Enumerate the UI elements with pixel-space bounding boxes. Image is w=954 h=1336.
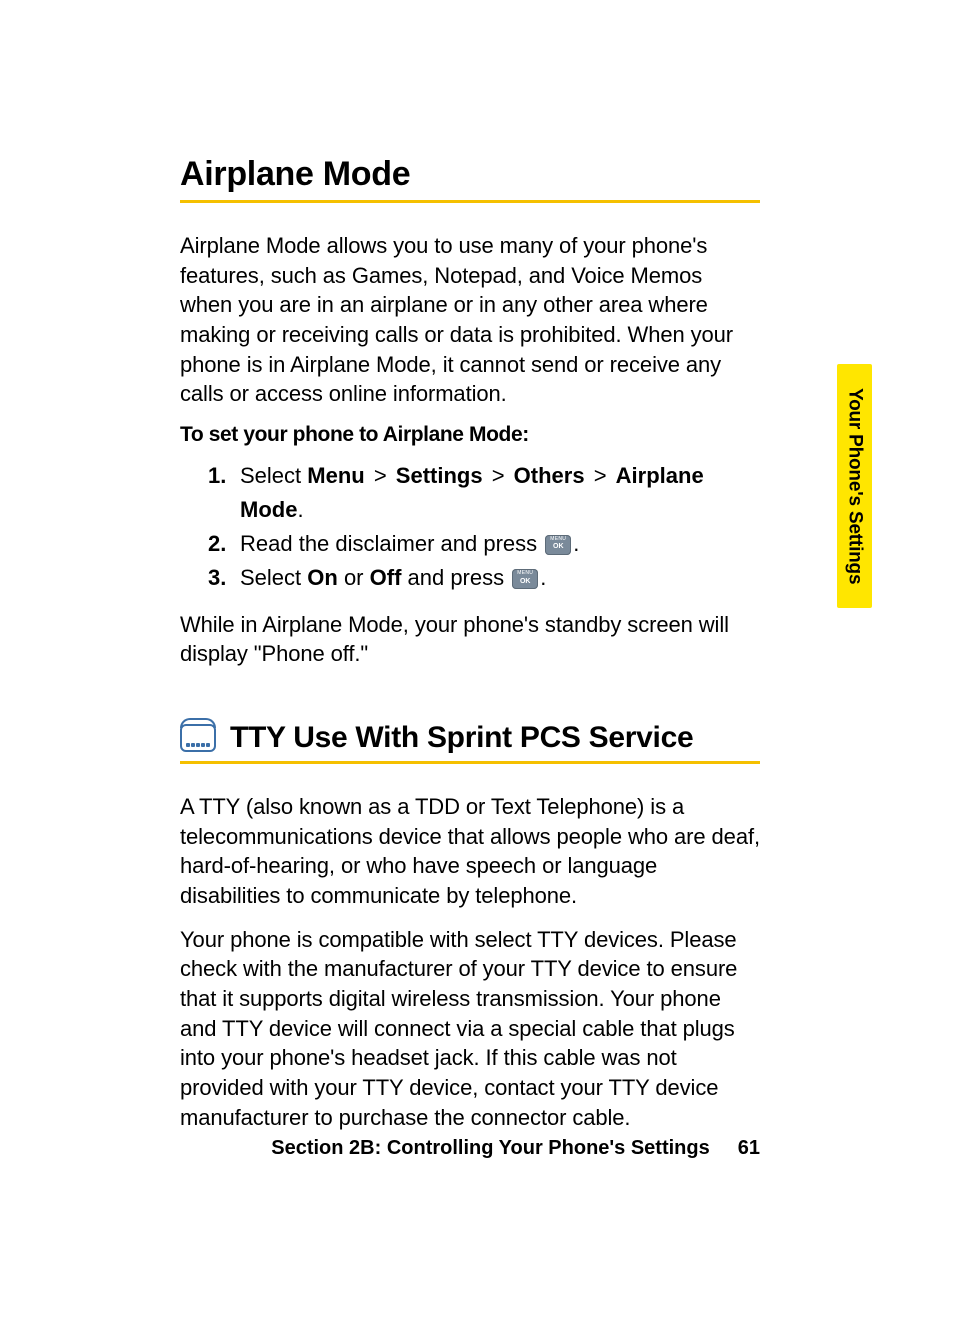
step-3-on: On <box>307 565 338 590</box>
step-1-sep2: > <box>483 463 514 488</box>
step-3-after: and press <box>401 565 510 590</box>
step-1-menu: Menu <box>307 463 364 488</box>
heading-airplane-mode: Airplane Mode <box>180 155 760 194</box>
step-1-sep1: > <box>365 463 396 488</box>
step-2: 2. Read the disclaimer and press . <box>208 527 760 561</box>
menu-ok-key-icon <box>512 569 538 589</box>
step-3-or: or <box>338 565 370 590</box>
step-2-number: 2. <box>208 527 226 561</box>
page-footer: Section 2B: Controlling Your Phone's Set… <box>180 1137 760 1160</box>
step-3-number: 3. <box>208 561 226 595</box>
airplane-outro: While in Airplane Mode, your phone's sta… <box>180 610 760 669</box>
step-1-number: 1. <box>208 459 226 493</box>
step-1-others: Others <box>514 463 585 488</box>
airplane-steps: 1. Select Menu > Settings > Others > Air… <box>180 459 760 595</box>
airplane-instruction-heading: To set your phone to Airplane Mode: <box>180 423 760 447</box>
side-tab: Your Phone's Settings <box>837 364 872 608</box>
step-3: 3. Select On or Off and press . <box>208 561 760 595</box>
step-3-off: Off <box>370 565 402 590</box>
footer-section-label: Section 2B: Controlling Your Phone's Set… <box>271 1137 710 1160</box>
step-2-period: . <box>573 531 579 556</box>
side-tab-label: Your Phone's Settings <box>844 388 866 584</box>
heading-rule <box>180 200 760 203</box>
tty-paragraph-2: Your phone is compatible with select TTY… <box>180 925 760 1133</box>
page-number: 61 <box>738 1137 760 1160</box>
heading-rule <box>180 761 760 764</box>
step-2-text: Read the disclaimer and press <box>240 531 543 556</box>
step-1-period: . <box>297 497 303 522</box>
step-1-settings: Settings <box>396 463 483 488</box>
step-1: 1. Select Menu > Settings > Others > Air… <box>208 459 760 527</box>
airplane-intro: Airplane Mode allows you to use many of … <box>180 231 760 409</box>
tty-device-icon <box>180 724 216 752</box>
step-1-sep3: > <box>585 463 616 488</box>
step-1-lead: Select <box>240 463 307 488</box>
heading-tty: TTY Use With Sprint PCS Service <box>230 721 693 755</box>
tty-paragraph-1: A TTY (also known as a TDD or Text Telep… <box>180 792 760 911</box>
step-3-period: . <box>540 565 546 590</box>
menu-ok-key-icon <box>545 535 571 555</box>
step-3-lead: Select <box>240 565 307 590</box>
